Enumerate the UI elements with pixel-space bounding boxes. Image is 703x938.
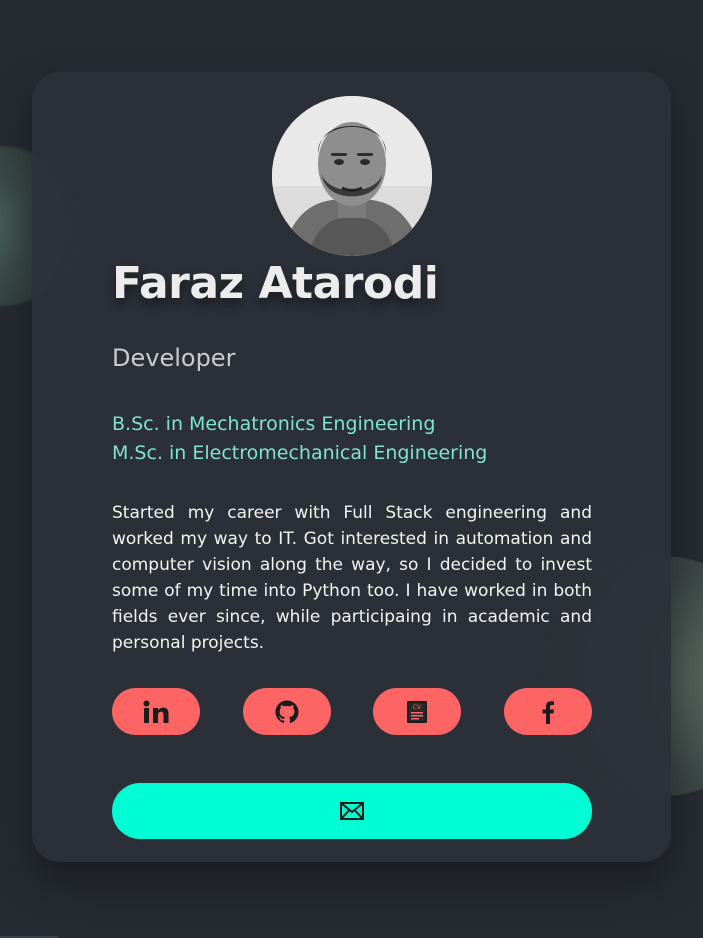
profile-bio: Started my career with Full Stack engine… bbox=[112, 503, 592, 653]
social-links: CV bbox=[112, 688, 592, 735]
profile-name: Faraz Atarodi bbox=[112, 258, 439, 309]
profile-card: Faraz Atarodi Developer B.Sc. in Mechatr… bbox=[32, 72, 671, 862]
cv-button[interactable]: CV bbox=[373, 688, 461, 735]
facebook-icon bbox=[542, 700, 554, 724]
svg-text:CV: CV bbox=[413, 704, 422, 711]
github-icon bbox=[275, 700, 299, 723]
linkedin-icon bbox=[143, 700, 169, 723]
profile-role: Developer bbox=[112, 344, 236, 372]
degree-item: M.Sc. in Electromechanical Engineering bbox=[112, 442, 488, 464]
degree-list: B.Sc. in Mechatronics Engineering M.Sc. … bbox=[112, 410, 487, 468]
mail-icon bbox=[340, 802, 364, 820]
email-button[interactable] bbox=[112, 783, 592, 839]
linkedin-button[interactable] bbox=[112, 688, 200, 735]
cv-icon: CV bbox=[407, 700, 427, 723]
degree-item: B.Sc. in Mechatronics Engineering bbox=[112, 413, 436, 435]
page: Faraz Atarodi Developer B.Sc. in Mechatr… bbox=[0, 0, 703, 938]
github-button[interactable] bbox=[243, 688, 331, 735]
avatar bbox=[272, 96, 432, 256]
facebook-button[interactable] bbox=[504, 688, 592, 735]
